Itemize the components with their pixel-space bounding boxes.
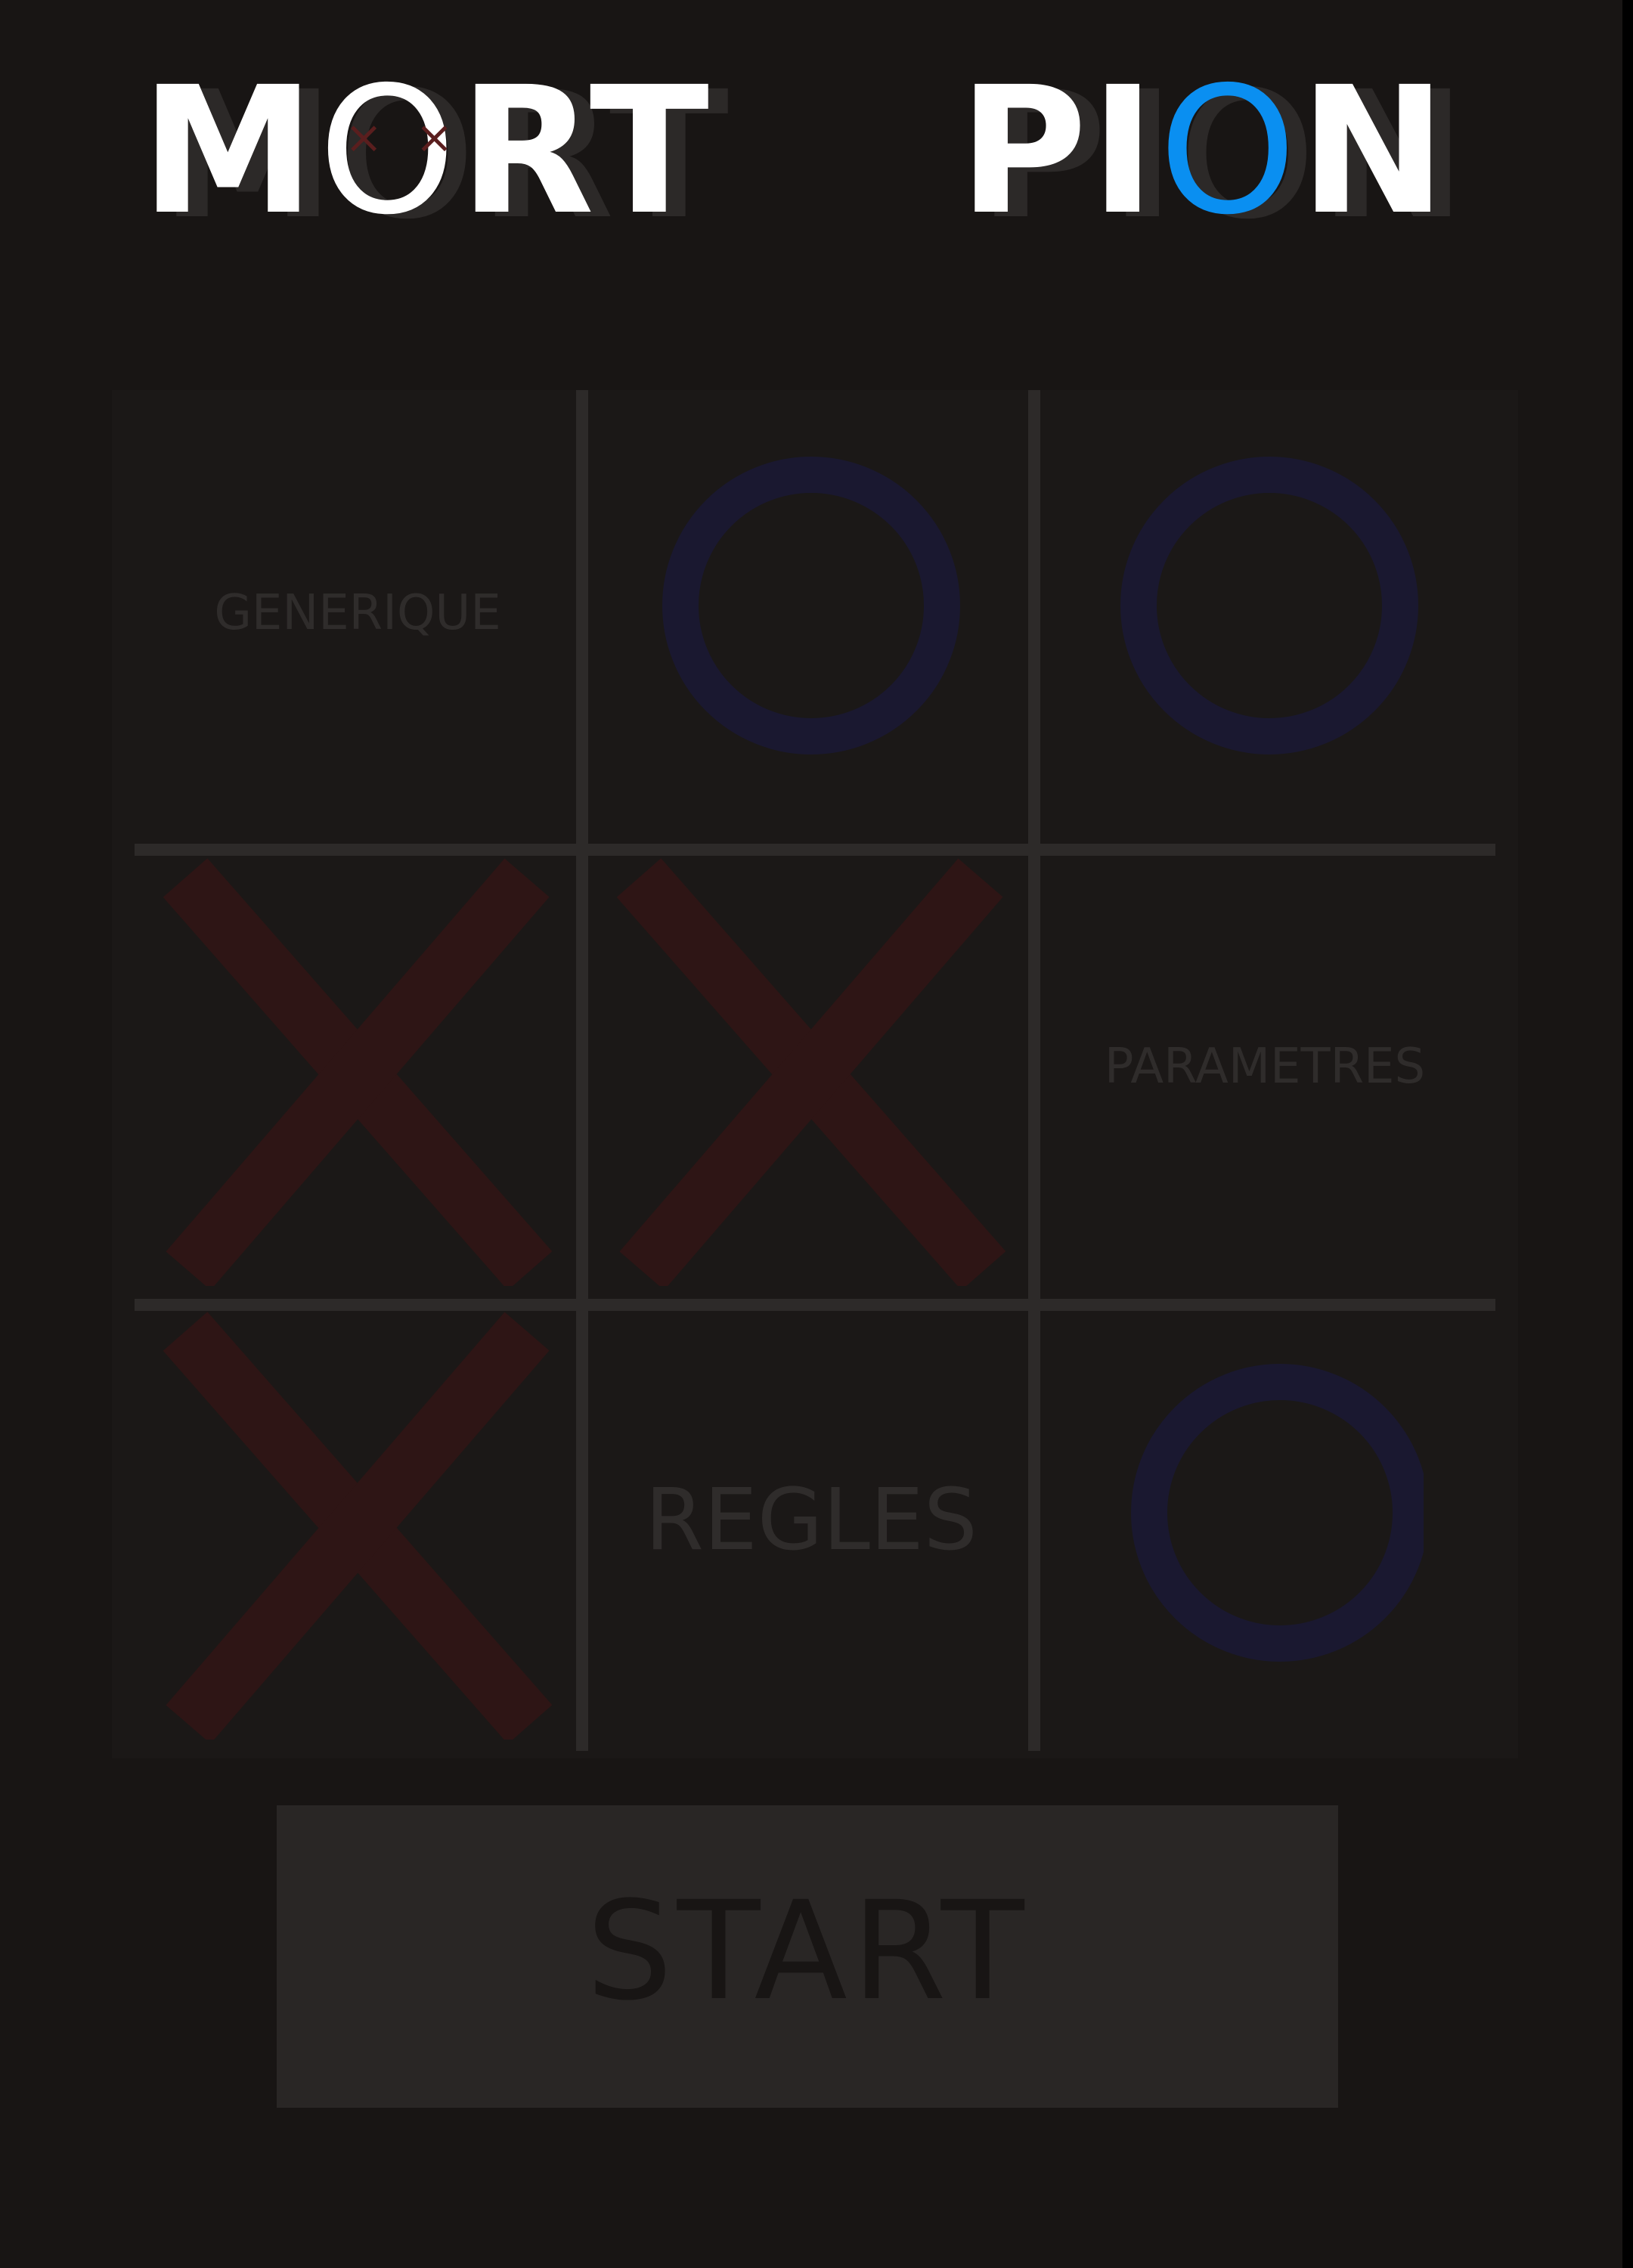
cell-o-bottom-right: [1042, 1297, 1488, 1743]
title-left-word: MORT MORT × ×: [141, 64, 729, 243]
grid-line-vertical-1: [576, 390, 588, 1751]
title-right-text: PION: [959, 49, 1450, 253]
o-mark-icon: [1120, 457, 1418, 754]
main-menu-screen: MORT MORT × × PION PION GENERIQUE PARAME…: [0, 0, 1633, 2268]
parametres-label: PARAMETRES: [1104, 1039, 1426, 1095]
o-mark-icon: [662, 457, 960, 754]
cell-regles[interactable]: REGLES: [588, 1297, 1034, 1743]
title-right-word: PION PION: [959, 49, 1466, 253]
regles-label: REGLES: [645, 1471, 978, 1569]
grid-line-horizontal-1: [135, 844, 1495, 856]
screen-edge: [1622, 0, 1633, 2268]
start-button[interactable]: START: [277, 1805, 1338, 2108]
grid-line-horizontal-2: [135, 1299, 1495, 1311]
cell-o-top-right: [1042, 390, 1488, 836]
x-eyes-icon: × ×: [345, 111, 463, 164]
x-mark-icon: [616, 858, 1006, 1286]
o-mark-icon: [1131, 1364, 1424, 1662]
generique-label: GENERIQUE: [214, 585, 501, 641]
x-mark-icon: [163, 858, 553, 1286]
cell-x-bottom-left: [135, 1297, 581, 1743]
cell-x-middle-left: [135, 844, 581, 1290]
cell-parametres[interactable]: PARAMETRES: [1042, 844, 1488, 1290]
title-right-ring-letter: O: [1158, 49, 1300, 253]
x-mark-icon: [163, 1312, 553, 1740]
grid-line-vertical-2: [1028, 390, 1040, 1751]
cell-generique[interactable]: GENERIQUE: [135, 390, 581, 836]
tic-tac-toe-board: GENERIQUE PARAMETRES REGLES: [112, 390, 1518, 1758]
cell-x-center: [588, 844, 1034, 1290]
cell-o-top-middle: [588, 390, 1034, 836]
start-button-label: START: [586, 1872, 1029, 2031]
